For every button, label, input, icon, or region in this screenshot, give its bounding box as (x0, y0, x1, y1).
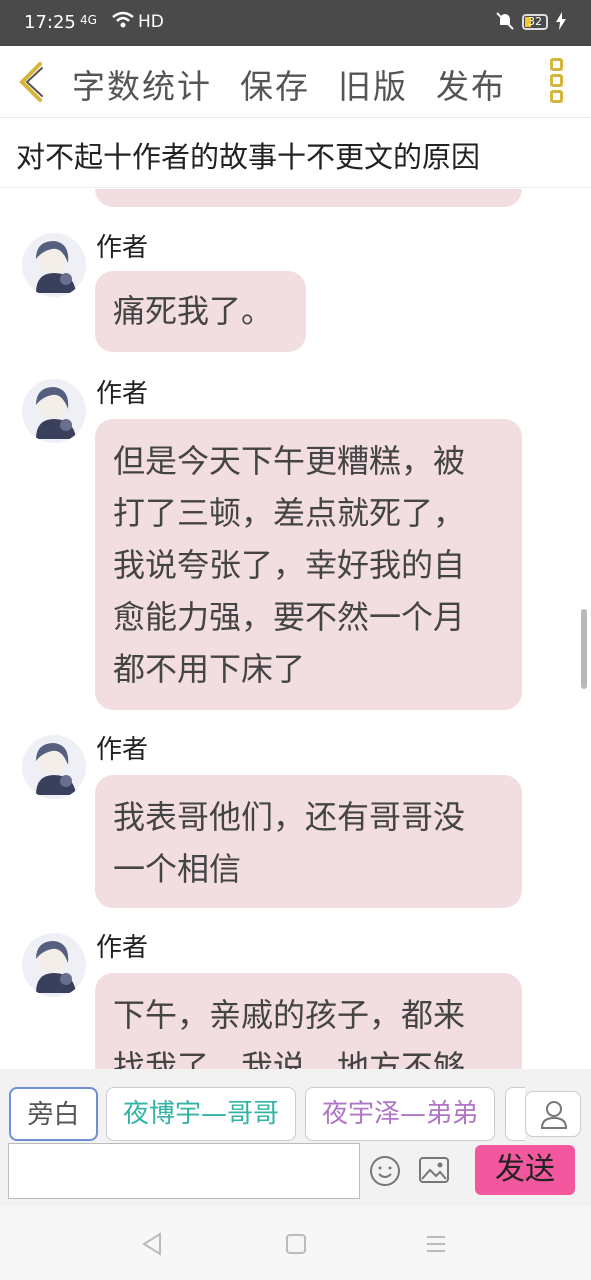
chat-area[interactable]: 作者 痛死我了。 作者 但是今天下午更糟糕，被 打了三顿，差点就死了， 我说夸张… (0, 189, 591, 1069)
message-input[interactable] (8, 1143, 360, 1199)
author-name: 作者 (96, 933, 149, 963)
signal-label: 4G (80, 13, 97, 27)
composer-panel: 旁白 夜博宇—哥哥 夜宇泽—弟弟 发送 (0, 1069, 591, 1206)
author-name: 作者 (96, 379, 149, 409)
emoji-icon[interactable] (369, 1155, 401, 1187)
publish-button[interactable]: 发布 (436, 60, 506, 108)
more-menu-icon[interactable] (550, 58, 566, 106)
battery-level: 32 (528, 15, 542, 28)
author-avatar[interactable] (22, 735, 86, 799)
word-count-button[interactable]: 字数统计 (72, 60, 212, 108)
nav-menu-icon[interactable] (424, 1232, 448, 1256)
character-chip-narrator[interactable]: 旁白 (9, 1087, 98, 1141)
character-manager-button[interactable] (525, 1091, 581, 1137)
message-line: 我说夸张了，幸好我的自 (113, 546, 466, 584)
old-version-button[interactable]: 旧版 (338, 60, 408, 108)
chevron-left-icon (19, 62, 43, 102)
story-title-bar: 对不起十作者的故事十不更文的原因 (0, 118, 591, 188)
message-bubble[interactable]: 下午，亲戚的孩子，都来 找我了，我说，地方不够 (95, 973, 522, 1069)
author-avatar[interactable] (22, 233, 86, 297)
previous-message-bubble (95, 189, 522, 207)
charging-icon (556, 12, 566, 34)
character-chip-brother[interactable]: 夜博宇—哥哥 (106, 1087, 296, 1141)
character-chip-label: 旁白 (27, 1100, 80, 1130)
author-avatar[interactable] (22, 933, 86, 997)
status-time: 17:25 (24, 12, 76, 33)
story-title: 对不起十作者的故事十不更文的原因 (16, 140, 481, 174)
system-nav-bar (0, 1206, 591, 1280)
message-line: 都不用下床了 (113, 650, 306, 688)
mute-bell-icon (496, 11, 514, 36)
message-bubble[interactable]: 痛死我了。 (95, 271, 306, 352)
message-line: 一个相信 (113, 850, 242, 888)
character-chip-label: 夜博宇—哥哥 (122, 1099, 279, 1129)
author-avatar[interactable] (22, 379, 86, 443)
message-line: 我表哥他们，还有哥哥没 (113, 798, 466, 836)
nav-back-icon[interactable] (140, 1232, 164, 1256)
message-line: 但是今天下午更糟糕，被 (113, 442, 466, 480)
back-button[interactable] (14, 58, 50, 106)
person-icon (540, 1101, 568, 1129)
author-name: 作者 (96, 233, 149, 263)
character-chip-younger-brother[interactable]: 夜宇泽—弟弟 (305, 1087, 495, 1141)
message-line: 痛死我了。 (113, 292, 274, 330)
battery-icon: 32 (522, 14, 548, 30)
image-icon[interactable] (418, 1155, 450, 1185)
author-name: 作者 (96, 735, 149, 765)
message-bubble[interactable]: 但是今天下午更糟糕，被 打了三顿，差点就死了， 我说夸张了，幸好我的自 愈能力强… (95, 419, 522, 710)
network-type: HD (138, 12, 164, 32)
editor-toolbar: 字数统计 保存 旧版 发布 (0, 46, 591, 118)
message-bubble[interactable]: 我表哥他们，还有哥哥没 一个相信 (95, 775, 522, 908)
save-button[interactable]: 保存 (240, 60, 310, 108)
message-line: 找我了，我说，地方不够 (113, 1048, 466, 1069)
send-button[interactable]: 发送 (475, 1145, 575, 1195)
nav-home-icon[interactable] (284, 1232, 308, 1256)
message-line: 下午，亲戚的孩子，都来 (113, 996, 466, 1034)
status-bar: 17:25 4G HD 32 (0, 0, 591, 46)
character-chip-partial[interactable] (505, 1087, 525, 1141)
character-chip-label: 夜宇泽—弟弟 (321, 1099, 478, 1129)
message-line: 愈能力强，要不然一个月 (113, 598, 466, 636)
wifi-icon (112, 10, 134, 34)
message-line: 打了三顿，差点就死了， (113, 494, 466, 532)
chat-scrollbar[interactable] (581, 609, 587, 689)
